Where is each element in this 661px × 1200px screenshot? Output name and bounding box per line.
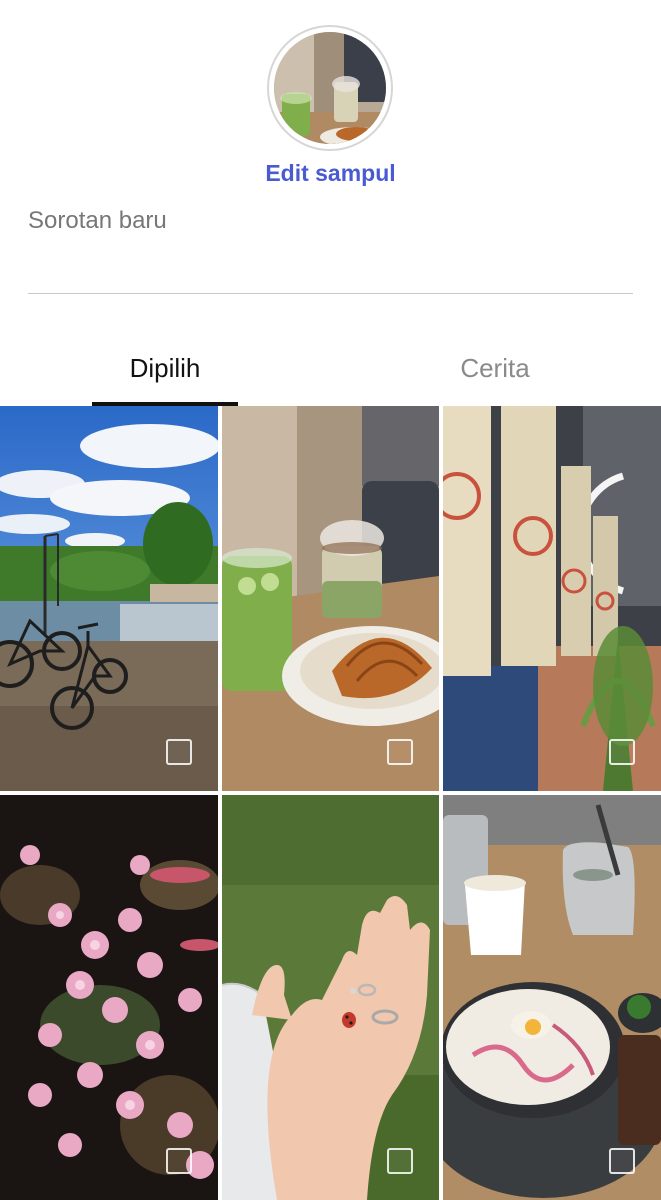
photo-grid — [0, 406, 661, 1200]
select-checkbox[interactable] — [387, 1148, 413, 1174]
edit-cover-link[interactable]: Edit sampul — [0, 160, 661, 187]
photo-pink-blossoms — [0, 795, 218, 1200]
select-checkbox[interactable] — [609, 739, 635, 765]
photo-river-bicycles — [0, 406, 218, 791]
grid-item-restaurant-curtains[interactable] — [443, 406, 661, 791]
grid-item-soup-coffee[interactable] — [443, 795, 661, 1200]
tab-bar: Dipilih Cerita — [0, 340, 661, 406]
select-checkbox[interactable] — [166, 739, 192, 765]
grid-item-hand-ladybug[interactable] — [222, 795, 439, 1200]
grid-item-pink-blossoms[interactable] — [0, 795, 218, 1200]
highlight-name-input[interactable] — [28, 204, 633, 294]
select-checkbox[interactable] — [387, 739, 413, 765]
grid-item-river-bicycles[interactable] — [0, 406, 218, 791]
tab-selected[interactable]: Dipilih — [92, 340, 238, 406]
highlight-cover[interactable] — [267, 25, 393, 151]
photo-matcha-croissant — [222, 406, 439, 791]
select-checkbox[interactable] — [166, 1148, 192, 1174]
photo-soup-coffee — [443, 795, 661, 1200]
photo-restaurant-curtains — [443, 406, 661, 791]
photo-hand-ladybug — [222, 795, 439, 1200]
cover-photo — [274, 32, 386, 144]
select-checkbox[interactable] — [609, 1148, 635, 1174]
grid-item-matcha-croissant[interactable] — [222, 406, 439, 791]
tab-stories[interactable]: Cerita — [420, 340, 570, 406]
